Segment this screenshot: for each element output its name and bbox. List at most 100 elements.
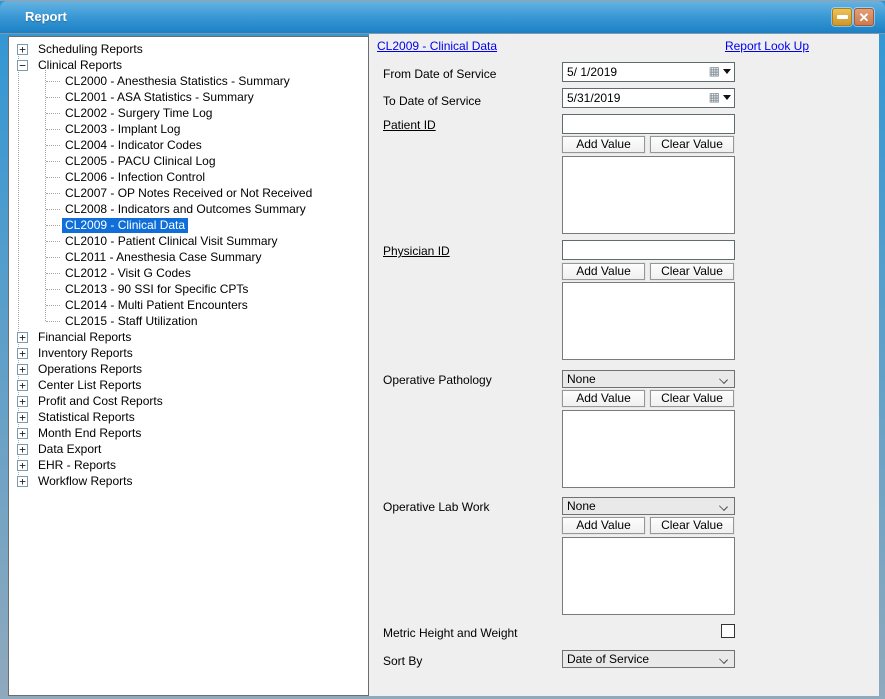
tree-item[interactable]: CL2015 - Staff Utilization (13, 313, 366, 329)
close-icon: ✕ (859, 11, 870, 24)
expand-icon[interactable]: + (17, 396, 28, 407)
collapse-icon[interactable]: − (17, 60, 28, 71)
tree-item[interactable]: CL2006 - Infection Control (13, 169, 366, 185)
tree-item[interactable]: CL2012 - Visit G Codes (13, 265, 366, 281)
tree-item[interactable]: + Inventory Reports (13, 345, 366, 361)
tree-item-label[interactable]: CL2011 - Anesthesia Case Summary (62, 250, 265, 265)
tree-item-label[interactable]: CL2008 - Indicators and Outcomes Summary (62, 202, 309, 217)
tree-item[interactable]: CL2007 - OP Notes Received or Not Receiv… (13, 185, 366, 201)
physician-id-input[interactable] (562, 240, 735, 260)
tree-item-label[interactable]: Data Export (35, 442, 104, 457)
tree-item-label[interactable]: CL2006 - Infection Control (62, 170, 208, 185)
tree-item[interactable]: CL2009 - Clinical Data (13, 217, 366, 233)
operative-pathology-dropdown[interactable]: None (562, 370, 735, 388)
tree-item[interactable]: CL2008 - Indicators and Outcomes Summary (13, 201, 366, 217)
tree-item[interactable]: −Clinical Reports (13, 57, 366, 73)
tree-item-label[interactable]: CL2010 - Patient Clinical Visit Summary (62, 234, 281, 249)
physician-id-list[interactable] (562, 282, 735, 360)
tree-item-label[interactable]: Clinical Reports (35, 58, 125, 73)
tree-item-label[interactable]: Workflow Reports (35, 474, 135, 489)
tree-item[interactable]: CL2004 - Indicator Codes (13, 137, 366, 153)
tree-item-label[interactable]: Profit and Cost Reports (35, 394, 166, 409)
tree-item[interactable]: + EHR - Reports (13, 457, 366, 473)
tree-item-label[interactable]: CL2005 - PACU Clinical Log (62, 154, 219, 169)
expand-icon[interactable]: + (17, 428, 28, 439)
expand-icon[interactable]: + (17, 332, 28, 343)
dropdown-arrow-icon[interactable] (723, 95, 731, 100)
tree-item[interactable]: CL2005 - PACU Clinical Log (13, 153, 366, 169)
tree-item[interactable]: CL2014 - Multi Patient Encounters (13, 297, 366, 313)
operative-lab-work-list[interactable] (562, 537, 735, 615)
expand-icon[interactable]: + (17, 380, 28, 391)
tree-item-label[interactable]: Scheduling Reports (35, 42, 146, 57)
metric-height-weight-checkbox[interactable] (721, 624, 735, 638)
from-date-value: 5/ 1/2019 (567, 65, 617, 79)
tree-item-label[interactable]: CL2000 - Anesthesia Statistics - Summary (62, 74, 293, 89)
expand-icon[interactable]: + (17, 348, 28, 359)
tree-item-label[interactable]: CL2013 - 90 SSI for Specific CPTs (62, 282, 251, 297)
operative-lab-work-dropdown[interactable]: None (562, 497, 735, 515)
tree-item-label[interactable]: CL2012 - Visit G Codes (62, 266, 194, 281)
patient-id-input[interactable] (562, 114, 735, 134)
to-date-field[interactable]: 5/31/2019 ▦ (562, 88, 735, 108)
patient-clear-value-button[interactable]: Clear Value (650, 136, 734, 153)
operative-pathology-list[interactable] (562, 410, 735, 488)
calendar-icon[interactable]: ▦ (709, 91, 720, 103)
tree-item-label[interactable]: Inventory Reports (35, 346, 136, 361)
labwork-add-value-button[interactable]: Add Value (562, 517, 645, 534)
tree-item-label[interactable]: Month End Reports (35, 426, 144, 441)
tree-item[interactable]: CL2002 - Surgery Time Log (13, 105, 366, 121)
expand-icon[interactable]: + (17, 444, 28, 455)
from-date-field[interactable]: 5/ 1/2019 ▦ (562, 62, 735, 82)
tree-item-label[interactable]: CL2001 - ASA Statistics - Summary (62, 90, 257, 105)
physician-add-value-button[interactable]: Add Value (562, 263, 645, 280)
report-title-link[interactable]: CL2009 - Clinical Data (377, 39, 497, 53)
tree-item[interactable]: + Data Export (13, 441, 366, 457)
tree-item[interactable]: CL2000 - Anesthesia Statistics - Summary (13, 73, 366, 89)
sort-by-dropdown[interactable]: Date of Service (562, 650, 735, 668)
minimize-button[interactable] (832, 8, 852, 26)
expand-icon[interactable]: + (17, 476, 28, 487)
expand-icon[interactable]: + (17, 364, 28, 375)
tree-item-label[interactable]: CL2015 - Staff Utilization (62, 314, 201, 329)
tree-item-label[interactable]: CL2007 - OP Notes Received or Not Receiv… (62, 186, 315, 201)
tree-item-label[interactable]: Operations Reports (35, 362, 145, 377)
tree-item-label[interactable]: CL2004 - Indicator Codes (62, 138, 205, 153)
patient-id-list[interactable] (562, 156, 735, 234)
tree-item[interactable]: + Financial Reports (13, 329, 366, 345)
expand-icon[interactable]: + (17, 44, 28, 55)
tree-item-label[interactable]: Statistical Reports (35, 410, 138, 425)
calendar-icon[interactable]: ▦ (709, 65, 720, 77)
tree-item[interactable]: + Statistical Reports (13, 409, 366, 425)
report-lookup-link[interactable]: Report Look Up (725, 39, 809, 53)
patient-add-value-button[interactable]: Add Value (562, 136, 645, 153)
tree-item[interactable]: + Center List Reports (13, 377, 366, 393)
expand-icon[interactable]: + (17, 460, 28, 471)
pathology-clear-value-button[interactable]: Clear Value (650, 390, 734, 407)
tree-item-label[interactable]: CL2009 - Clinical Data (62, 218, 188, 233)
dropdown-arrow-icon[interactable] (723, 69, 731, 74)
tree-item[interactable]: + Scheduling Reports (13, 41, 366, 57)
patient-id-link[interactable]: Patient ID (383, 118, 436, 132)
tree-item[interactable]: CL2010 - Patient Clinical Visit Summary (13, 233, 366, 249)
tree-item-label[interactable]: CL2002 - Surgery Time Log (62, 106, 215, 121)
tree-item[interactable]: CL2013 - 90 SSI for Specific CPTs (13, 281, 366, 297)
tree-item-label[interactable]: Financial Reports (35, 330, 134, 345)
tree-item[interactable]: + Month End Reports (13, 425, 366, 441)
tree-item-label[interactable]: EHR - Reports (35, 458, 119, 473)
expand-icon[interactable]: + (17, 412, 28, 423)
physician-id-link[interactable]: Physician ID (383, 244, 450, 258)
tree-item[interactable]: CL2011 - Anesthesia Case Summary (13, 249, 366, 265)
tree-item[interactable]: + Operations Reports (13, 361, 366, 377)
tree-item[interactable]: CL2003 - Implant Log (13, 121, 366, 137)
tree-item-label[interactable]: CL2003 - Implant Log (62, 122, 183, 137)
physician-clear-value-button[interactable]: Clear Value (650, 263, 734, 280)
labwork-clear-value-button[interactable]: Clear Value (650, 517, 734, 534)
tree-item[interactable]: + Workflow Reports (13, 473, 366, 489)
tree-item[interactable]: + Profit and Cost Reports (13, 393, 366, 409)
tree-item-label[interactable]: CL2014 - Multi Patient Encounters (62, 298, 251, 313)
tree-item[interactable]: CL2001 - ASA Statistics - Summary (13, 89, 366, 105)
pathology-add-value-button[interactable]: Add Value (562, 390, 645, 407)
tree-item-label[interactable]: Center List Reports (35, 378, 144, 393)
close-button[interactable]: ✕ (854, 8, 874, 26)
